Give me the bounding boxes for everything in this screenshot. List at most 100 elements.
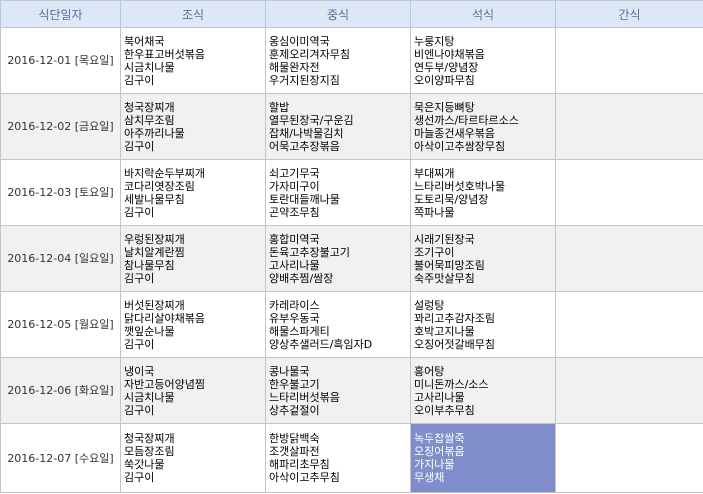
menu-item: 어묵고추장볶음 <box>269 139 340 153</box>
menu-item: 한우표고버섯볶음 <box>124 47 205 61</box>
menu-item: 해물스파게티 <box>269 324 330 338</box>
menu-item: 아삭이고추쌈장무침 <box>414 139 506 153</box>
dinner-cell[interactable]: 녹두찹쌀죽 오징어볶음 가지나물 무생채 <box>410 423 556 493</box>
lunch-cell[interactable]: 한방닭백숙 조갯살파전 해파리초무침 아삭이고추무침 <box>265 423 411 493</box>
snack-cell[interactable] <box>555 423 703 493</box>
snack-cell[interactable] <box>555 93 703 160</box>
menu-item: 오이양파무침 <box>414 73 475 87</box>
breakfast-cell[interactable]: 청국장찌개 모듬장조림 쑥갓나물 김구이 <box>120 423 266 493</box>
menu-item: 생선까스/타르타르소스 <box>414 113 519 127</box>
header-breakfast: 조식 <box>120 0 266 28</box>
header-snack: 간식 <box>555 0 703 28</box>
lunch-cell[interactable]: 할밥 열무된장국/구운김 잡채/나박물김치 어묵고추장볶음 <box>265 93 411 160</box>
menu-item: 훈제오리겨자무침 <box>269 47 350 61</box>
menu-item: 무생채 <box>414 471 445 484</box>
meal-table: 식단일자 조식 중식 석식 간식 2016-12-01 [목요일] 북어채국 한우표… <box>0 0 703 493</box>
menu-item: 꽈리고추감자조림 <box>414 311 495 325</box>
menu-item: 자반고등어양념찜 <box>124 377 205 391</box>
dinner-cell[interactable]: 누룽지탕 비엔나야채볶음 연두부/양념장 오이양파무침 <box>410 27 556 94</box>
menu-item: 청국장찌개 <box>124 432 175 445</box>
table-row: 2016-12-06 [화요일] 냉이국 자반고등어양념찜 시금치나물 김구이 콩나물국 한… <box>0 357 703 424</box>
menu-item: 돈육고추장불고기 <box>269 245 350 259</box>
menu-item: 청국장찌개 <box>124 100 175 114</box>
menu-item: 상추겉절이 <box>269 403 320 417</box>
snack-cell[interactable] <box>555 159 703 226</box>
menu-item: 유부우동국 <box>269 311 320 325</box>
menu-item: 시금치나물 <box>124 390 175 404</box>
breakfast-cell[interactable]: 바지락순두부찌개 코다리엿장조림 세발나물무침 김구이 <box>120 159 266 226</box>
dinner-cell[interactable]: 설렁탕 꽈리고추감자조림 호박고지나물 오징어젓갈배무침 <box>410 291 556 358</box>
dinner-cell[interactable]: 묵은지등뼈탕 생선까스/타르타르소스 마늘종건새우볶음 아삭이고추쌈장무침 <box>410 93 556 160</box>
breakfast-cell[interactable]: 버섯된장찌개 닭다리살야채볶음 깻잎순나물 김구이 <box>120 291 266 358</box>
menu-item: 열무된장국/구운김 <box>269 113 354 127</box>
menu-item: 녹두찹쌀죽 <box>414 432 465 445</box>
menu-item: 홍어탕 <box>414 364 445 378</box>
breakfast-cell[interactable]: 우렁된장찌개 날치알계란찜 참나물무침 김구이 <box>120 225 266 292</box>
menu-item: 시래기된장국 <box>414 232 475 246</box>
menu-item: 김구이 <box>124 271 155 285</box>
menu-item: 바지락순두부찌개 <box>124 166 205 180</box>
menu-item: 느타리버섯호박나물 <box>414 179 506 193</box>
snack-cell[interactable] <box>555 27 703 94</box>
menu-item: 깻잎순나물 <box>124 324 175 338</box>
date-cell: 2016-12-07 [수요일] <box>0 423 121 493</box>
lunch-cell[interactable]: 콩나물국 한우불고기 느타리버섯볶음 상추겉절이 <box>265 357 411 424</box>
menu-item: 모듬장조림 <box>124 445 175 458</box>
breakfast-cell[interactable]: 냉이국 자반고등어양념찜 시금치나물 김구이 <box>120 357 266 424</box>
menu-item: 해물완자전 <box>269 60 320 74</box>
menu-item: 오징어젓갈배무침 <box>414 337 495 351</box>
menu-item: 곤약조무침 <box>269 205 320 219</box>
date-cell: 2016-12-03 [토요일] <box>0 159 121 226</box>
table-header-row: 식단일자 조식 중식 석식 간식 <box>0 0 703 28</box>
menu-item: 오징어볶음 <box>414 445 465 458</box>
lunch-cell[interactable]: 카레라이스 유부우동국 해물스파게티 양상추샐러드/흑임자D <box>265 291 411 358</box>
menu-item: 한방닭백숙 <box>269 432 320 445</box>
menu-item: 설렁탕 <box>414 298 445 312</box>
menu-item: 우렁된장찌개 <box>124 232 185 246</box>
menu-item: 삼치무조림 <box>124 113 175 127</box>
menu-item: 조기구이 <box>414 245 455 259</box>
menu-item: 냉이국 <box>124 364 155 378</box>
menu-item: 김구이 <box>124 471 155 484</box>
menu-item: 부대찌개 <box>414 166 455 180</box>
menu-item: 콩나물국 <box>269 364 310 378</box>
dinner-cell[interactable]: 부대찌개 느타리버섯호박나물 도토리묵/양념장 쪽파나물 <box>410 159 556 226</box>
dinner-cell[interactable]: 시래기된장국 조기구이 불어묵피망조림 숙주맛살무침 <box>410 225 556 292</box>
menu-item: 참나물무침 <box>124 258 175 272</box>
menu-item: 세발나물무침 <box>124 192 185 206</box>
menu-item: 할밥 <box>269 100 290 114</box>
table-row: 2016-12-02 [금요일] 청국장찌개 삼치무조림 아주까리나물 김구이 할밥 열무된… <box>0 93 703 160</box>
lunch-cell[interactable]: 옹심이미역국 훈제오리겨자무침 해물완자전 우거지된장지짐 <box>265 27 411 94</box>
table-row: 2016-12-03 [토요일] 바지락순두부찌개 코다리엿장조림 세발나물무침 김구이… <box>0 159 703 226</box>
breakfast-cell[interactable]: 북어채국 한우표고버섯볶음 시금치나물 김구이 <box>120 27 266 94</box>
table-row: 2016-12-04 [일요일] 우렁된장찌개 날치알계란찜 참나물무침 김구이 홍합미역… <box>0 225 703 292</box>
date-cell: 2016-12-01 [목요일] <box>0 27 121 94</box>
date-cell: 2016-12-04 [일요일] <box>0 225 121 292</box>
menu-item: 아주까리나물 <box>124 126 185 140</box>
menu-item: 해파리초무침 <box>269 458 330 471</box>
menu-item: 숙주맛살무침 <box>414 271 475 285</box>
snack-cell[interactable] <box>555 291 703 358</box>
menu-item: 날치알계란찜 <box>124 245 185 259</box>
menu-item: 가자미구이 <box>269 179 320 193</box>
snack-cell[interactable] <box>555 225 703 292</box>
menu-item: 미니돈까스/소스 <box>414 377 489 391</box>
menu-item: 북어채국 <box>124 34 165 48</box>
menu-item: 마늘종건새우볶음 <box>414 126 495 140</box>
menu-item: 코다리엿장조림 <box>124 179 195 193</box>
breakfast-cell[interactable]: 청국장찌개 삼치무조림 아주까리나물 김구이 <box>120 93 266 160</box>
snack-cell[interactable] <box>555 357 703 424</box>
menu-item: 불어묵피망조림 <box>414 258 485 272</box>
menu-item: 토란대들깨나물 <box>269 192 340 206</box>
lunch-cell[interactable]: 홍합미역국 돈육고추장불고기 고사리나물 양배추찜/쌈장 <box>265 225 411 292</box>
menu-item: 쇠고기무국 <box>269 166 320 180</box>
menu-item: 잡채/나박물김치 <box>269 126 344 140</box>
date-cell: 2016-12-05 [월요일] <box>0 291 121 358</box>
date-cell: 2016-12-02 [금요일] <box>0 93 121 160</box>
lunch-cell[interactable]: 쇠고기무국 가자미구이 토란대들깨나물 곤약조무침 <box>265 159 411 226</box>
menu-item: 아삭이고추무침 <box>269 471 340 484</box>
menu-item: 양배추찜/쌈장 <box>269 271 334 285</box>
menu-item: 비엔나야채볶음 <box>414 47 485 61</box>
menu-item: 김구이 <box>124 403 155 417</box>
dinner-cell[interactable]: 홍어탕 미니돈까스/소스 고사리나물 오이부추무침 <box>410 357 556 424</box>
